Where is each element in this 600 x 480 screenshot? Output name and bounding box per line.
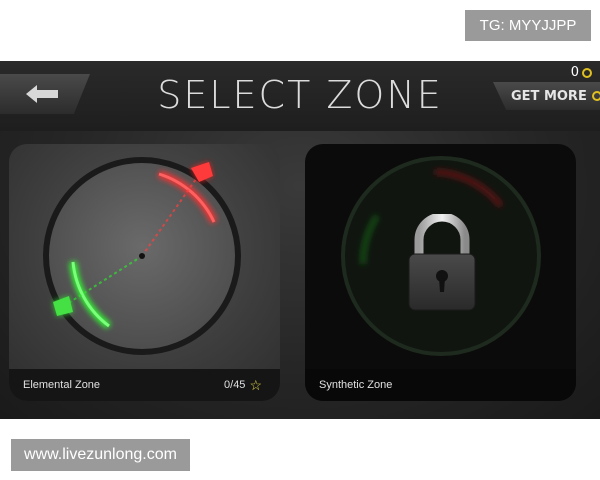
- lock-icon: [408, 214, 476, 311]
- watermark-top: TG: MYYJJPP: [465, 10, 591, 41]
- zone-name: Elemental Zone: [23, 379, 101, 391]
- zone-card-synthetic[interactable]: Synthetic Zone: [305, 144, 576, 401]
- game-screen: SELECT ZONE 0 GET MORE Elemental Zone 0/…: [0, 61, 600, 419]
- coin-counter: 0: [571, 65, 592, 80]
- zone-name: Synthetic Zone: [319, 379, 393, 391]
- zone-progress-text: 0/45: [224, 379, 246, 391]
- dartboard-art: [43, 157, 241, 355]
- zone-progress: 0/45 ☆: [224, 378, 262, 392]
- watermark-bottom: www.livezunlong.com: [11, 439, 190, 471]
- get-more-button[interactable]: GET MORE: [493, 82, 600, 110]
- zone-card-footer: Elemental Zone 0/45 ☆: [9, 369, 280, 401]
- coin-count: 0: [570, 65, 579, 80]
- coin-icon: [591, 91, 600, 101]
- star-icon: ☆: [249, 377, 262, 393]
- top-bar: SELECT ZONE 0 GET MORE: [0, 61, 600, 131]
- zone-card-footer: Synthetic Zone: [305, 369, 576, 401]
- coin-icon: [582, 67, 592, 78]
- zone-card-elemental[interactable]: Elemental Zone 0/45 ☆: [9, 144, 280, 401]
- get-more-label: GET MORE: [511, 88, 587, 104]
